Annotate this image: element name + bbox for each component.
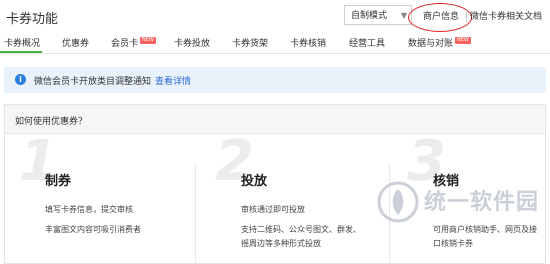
step-divider: [195, 163, 196, 263]
tab-data-reconciliation[interactable]: 数据与对账 NEW: [408, 36, 471, 49]
tab-label: 卡券货架: [232, 39, 269, 49]
page-title: 卡券功能: [6, 12, 59, 27]
tab-label: 经营工具: [349, 39, 386, 49]
tab-member-card[interactable]: 会员卡 NEW: [111, 36, 156, 49]
step-description: 审核通过即可投放: [241, 205, 305, 214]
mode-select[interactable]: 自制模式 ▼: [344, 5, 412, 25]
step-create: 1 制券 填写卡券信息，提交审核 丰富图文内容可吸引消费者: [19, 129, 209, 263]
step-description: 丰富图文内容可吸引消费者: [45, 225, 141, 234]
tab-label: 数据与对账: [408, 39, 454, 49]
tab-label: 优惠券: [62, 39, 90, 49]
site-watermark: 统一软件园: [372, 176, 550, 253]
info-icon: i: [15, 74, 26, 85]
tab-bar: 卡券概况 优惠券 会员卡 NEW 卡券投放 卡券货架 卡券核销 经营工具 数据与对…: [0, 32, 550, 54]
highlight-circle: [408, 3, 472, 32]
step-title: 投放: [241, 174, 268, 189]
guide-title: 如何使用优惠券？: [15, 117, 88, 127]
step-description: 支持二维码、公众号图文、群发、: [241, 225, 361, 234]
tab-overview[interactable]: 卡券概况: [4, 36, 40, 49]
chevron-down-icon: ▼: [400, 11, 407, 20]
notice-text: 微信会员卡开放类目调整通知 查看详情: [34, 74, 191, 87]
step-description: 摇周边等多种形式投放: [241, 239, 321, 248]
new-badge: NEW: [140, 37, 156, 44]
tab-coupons[interactable]: 优惠券: [62, 36, 89, 49]
new-badge: NEW: [455, 37, 471, 44]
step-title: 制券: [45, 174, 72, 189]
notice-banner: i 微信会员卡开放类目调整通知 查看详情: [4, 67, 546, 93]
mode-select-value: 自制模式: [351, 11, 388, 21]
tab-business-tools[interactable]: 经营工具: [349, 36, 385, 49]
divider: [466, 10, 467, 22]
tab-label: 卡券核销: [290, 39, 327, 49]
watermark-logo-icon: [377, 181, 419, 223]
tab-card-redeem[interactable]: 卡券核销: [290, 36, 326, 49]
step-description: 填写卡券信息，提交审核: [45, 205, 133, 214]
tab-label: 会员卡: [111, 39, 139, 49]
tab-card-shelf[interactable]: 卡券货架: [232, 36, 268, 49]
notice-details-link[interactable]: 查看详情: [155, 77, 191, 87]
active-tab-indicator: [0, 51, 42, 53]
guide-header: 如何使用优惠券？: [5, 105, 545, 134]
tab-card-distribution[interactable]: 卡券投放: [174, 36, 210, 49]
notice-message: 微信会员卡开放类目调整通知: [34, 77, 152, 87]
doc-link[interactable]: 微信卡券相关文档: [470, 9, 542, 22]
tab-label: 卡券投放: [174, 39, 211, 49]
top-bar: 卡券功能 自制模式 ▼ 商户信息 微信卡券相关文档: [0, 0, 550, 32]
watermark-text: 统一软件园: [424, 190, 540, 215]
tab-label: 卡券概况: [4, 39, 41, 49]
